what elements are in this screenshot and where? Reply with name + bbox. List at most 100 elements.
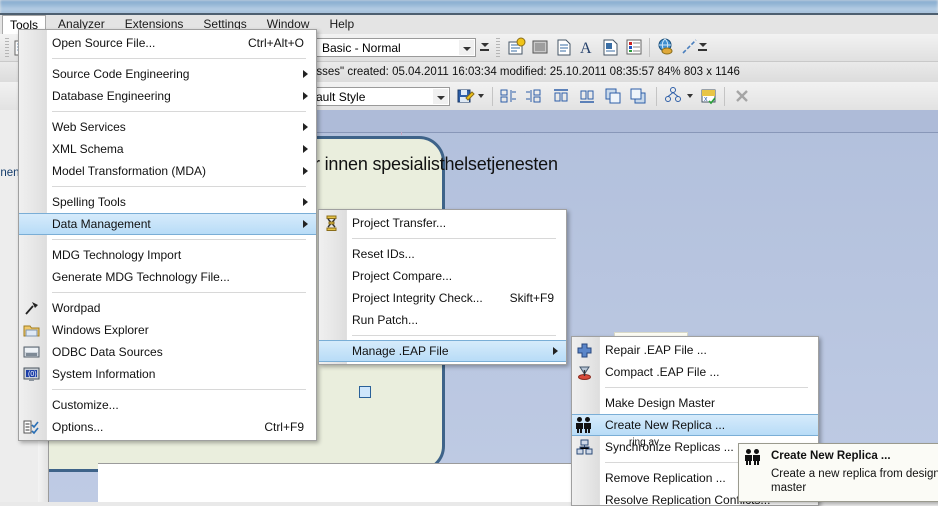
align-left-icon[interactable]	[499, 86, 519, 106]
menu-separator	[605, 387, 808, 388]
menu-item-project-compare[interactable]: Project Compare...	[319, 265, 566, 287]
menu-item-manage-eap-file[interactable]: Manage .EAP File	[319, 340, 566, 362]
menu-item-customize[interactable]: Customize...	[19, 394, 316, 416]
selection-handle[interactable]	[359, 386, 371, 398]
menu-item-windows-explorer[interactable]: Windows Explorer	[19, 319, 316, 341]
element-properties-icon[interactable]	[506, 37, 526, 57]
submenu-arrow-icon	[303, 220, 308, 228]
menu-item-label: Synchronize Replicas ...	[605, 440, 734, 454]
menu-item-web-services[interactable]: Web Services	[19, 116, 316, 138]
font-icon[interactable]: A	[577, 37, 597, 57]
menu-item-database-engineering[interactable]: Database Engineering	[19, 85, 316, 107]
menu-item-label: ODBC Data Sources	[52, 345, 163, 359]
menu-item-label: Manage .EAP File	[352, 344, 449, 358]
chevron-down-icon[interactable]	[433, 89, 448, 104]
menu-separator	[52, 239, 306, 240]
menu-item-label: Make Design Master	[605, 396, 716, 410]
menu-separator	[52, 186, 306, 187]
tooltip-title: Create New Replica ...	[771, 450, 891, 462]
menu-item-label: Model Transformation (MDA)	[52, 164, 207, 178]
close-icon[interactable]	[732, 86, 752, 106]
menu-item-xml-schema[interactable]: XML Schema	[19, 138, 316, 160]
menu-separator	[52, 389, 306, 390]
bring-to-front-icon[interactable]	[603, 86, 623, 106]
submenu-arrow-icon	[303, 145, 308, 153]
menu-item-project-transfer[interactable]: Project Transfer...	[319, 212, 566, 234]
menu-item-shortcut: Ctrl+F9	[264, 420, 304, 434]
menu-item-label: Data Management	[52, 217, 151, 231]
application-window: Tools Analyzer Extensions Settings Window Hel…	[0, 0, 938, 506]
submenu-arrow-icon	[303, 198, 308, 206]
toolbar-overflow-chevron[interactable]	[697, 39, 708, 57]
menu-item-wordpad[interactable]: Wordpad	[19, 297, 316, 319]
document-icon[interactable]	[554, 37, 574, 57]
menu-item-compact-eap-file[interactable]: Compact .EAP File ...	[572, 361, 818, 383]
monitor-icon: (0)	[23, 366, 40, 383]
options-icon	[23, 419, 40, 436]
menu-item-label: XML Schema	[52, 142, 124, 156]
toolbar-grip[interactable]	[5, 38, 9, 57]
menu-item-system-information[interactable]: (0) System Information	[19, 363, 316, 385]
validate-icon[interactable]: x	[699, 86, 719, 106]
toolbar-separator	[649, 38, 650, 57]
menu-item-label: Remove Replication ...	[605, 471, 726, 485]
align-bottom-icon[interactable]	[577, 86, 597, 106]
menu-item-data-management[interactable]: Data Management	[19, 213, 316, 235]
sync-icon	[576, 439, 593, 456]
toolbar-separator	[656, 87, 657, 106]
menu-item-label: Source Code Engineering	[52, 67, 190, 81]
menu-separator	[52, 292, 306, 293]
image-icon[interactable]	[530, 37, 550, 57]
menu-item-label: Open Source File...	[52, 36, 156, 50]
menubar-item-help[interactable]: Help	[321, 15, 362, 34]
menu-item-repair-eap-file[interactable]: Repair .EAP File ...	[572, 339, 818, 361]
menu-item-label: Project Transfer...	[352, 216, 447, 230]
submenu-arrow-icon	[303, 123, 308, 131]
menu-item-label: Reset IDs...	[352, 247, 415, 261]
hammer-icon	[23, 300, 40, 317]
menu-item-open-source-file[interactable]: Open Source File... Ctrl+Alt+O	[19, 32, 316, 54]
people-icon	[576, 417, 593, 434]
menu-item-make-design-master[interactable]: Make Design Master	[572, 392, 818, 414]
menu-separator	[352, 335, 556, 336]
svg-text:x: x	[704, 96, 708, 103]
layout-diagram-icon[interactable]	[664, 86, 684, 106]
menu-item-spelling-tools[interactable]: Spelling Tools	[19, 191, 316, 213]
globe-icon[interactable]	[656, 37, 676, 57]
save-style-dropdown-icon[interactable]	[477, 87, 486, 103]
menu-item-label: Project Integrity Check...	[352, 291, 483, 305]
save-style-icon[interactable]	[455, 86, 475, 106]
submenu-arrow-icon	[303, 92, 308, 100]
align-right-icon[interactable]	[523, 86, 543, 106]
repair-icon	[576, 342, 593, 359]
align-top-icon[interactable]	[551, 86, 571, 106]
diagram-style-combo[interactable]: efault Style	[300, 87, 450, 106]
style-combo[interactable]: Basic - Normal	[316, 38, 476, 57]
toolbar-grip[interactable]	[496, 38, 500, 57]
menu-separator	[52, 111, 306, 112]
toolbar-overflow-chevron[interactable]	[479, 39, 490, 57]
menu-item-project-integrity-check[interactable]: Project Integrity Check... Skift+F9	[319, 287, 566, 309]
menu-item-model-transformation-mda[interactable]: Model Transformation (MDA)	[19, 160, 316, 182]
menu-item-reset-ids[interactable]: Reset IDs...	[319, 243, 566, 265]
menu-item-generate-mdg-technology-file[interactable]: Generate MDG Technology File...	[19, 266, 316, 288]
menu-item-mdg-technology-import[interactable]: MDG Technology Import	[19, 244, 316, 266]
menu-tools[interactable]: Open Source File... Ctrl+Alt+O Source Code…	[18, 29, 317, 441]
menu-item-source-code-engineering[interactable]: Source Code Engineering	[19, 63, 316, 85]
style-combo-value: Basic - Normal	[322, 41, 401, 55]
menu-data-management-list: Project Transfer... Reset IDs... Project C…	[319, 210, 566, 364]
menu-item-options[interactable]: Options... Ctrl+F9	[19, 416, 316, 438]
send-to-back-icon[interactable]	[628, 86, 648, 106]
linked-document-icon[interactable]	[601, 37, 621, 57]
chevron-down-icon[interactable]	[459, 40, 474, 55]
layout-dropdown-icon[interactable]	[686, 87, 695, 103]
menu-item-label: Run Patch...	[352, 313, 419, 327]
legend-icon[interactable]	[624, 37, 644, 57]
menu-data-management[interactable]: Project Transfer... Reset IDs... Project C…	[318, 209, 567, 365]
menu-item-odbc-data-sources[interactable]: ODBC Data Sources	[19, 341, 316, 363]
menu-item-label: Create New Replica ...	[605, 418, 726, 432]
tooltip: Create New Replica ... Create a new repl…	[738, 443, 938, 502]
menu-item-run-patch[interactable]: Run Patch...	[319, 309, 566, 331]
menu-item-label: Options...	[52, 420, 104, 434]
menu-item-create-new-replica[interactable]: Create New Replica ...	[572, 414, 818, 436]
